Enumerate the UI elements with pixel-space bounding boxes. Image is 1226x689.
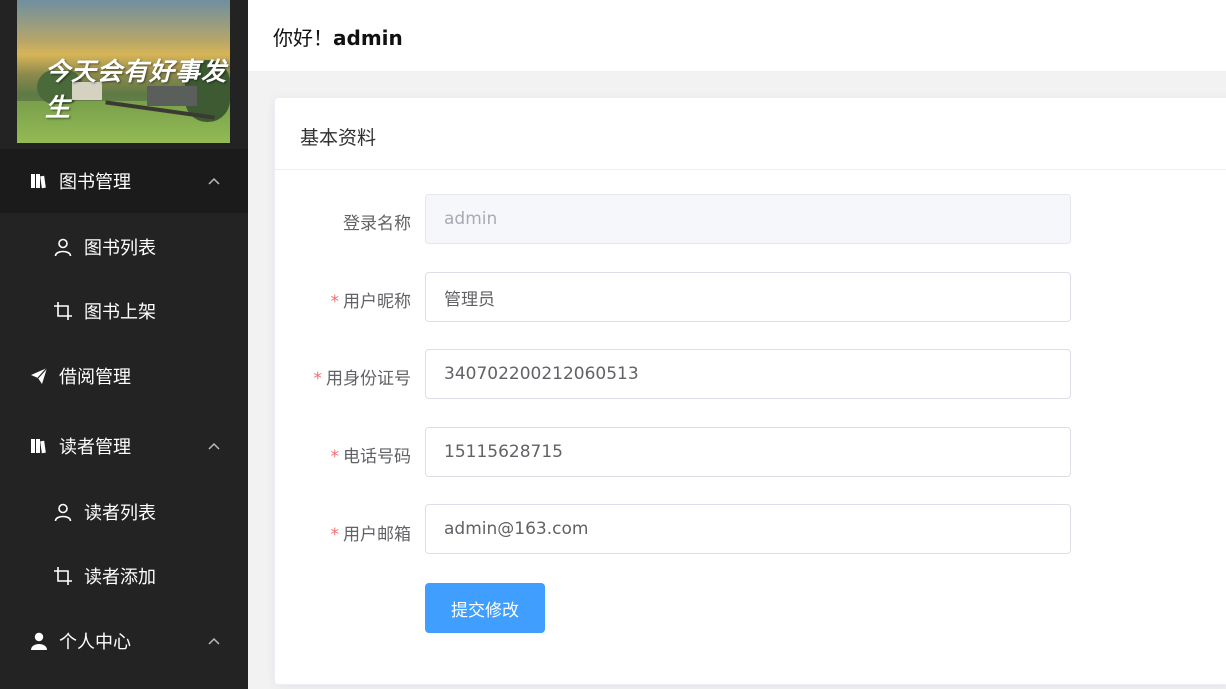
logo-image: 今天会有好事发生 xyxy=(17,0,230,143)
phone-field[interactable]: 15115628715 xyxy=(425,427,1071,477)
greeting-username: admin xyxy=(333,26,403,50)
sidebar-item-label: 图书管理 xyxy=(59,172,131,193)
sidebar-item-book-management[interactable]: 图书管理 xyxy=(0,149,248,213)
top-bar: 你好！admin xyxy=(248,0,1226,71)
phone-label: * 电话号码 xyxy=(330,447,412,467)
sidebar-item-label: 图书上架 xyxy=(84,302,156,323)
email-label: * 用户邮箱 xyxy=(330,525,412,545)
sidebar-item-label: 借阅管理 xyxy=(59,367,131,388)
bookshelf-icon xyxy=(31,174,46,189)
chevron-up-icon xyxy=(208,637,220,645)
id-number-field[interactable]: 340702200212060513 xyxy=(425,349,1071,399)
logo-text: 今天会有好事发生 xyxy=(45,57,228,122)
sidebar-item-book-shelve[interactable]: 图书上架 xyxy=(0,279,248,343)
user-icon xyxy=(54,238,72,257)
profile-card: 基本资料 登录名称 admin * 用户昵称 管理员 * 用身份证号 3407022… xyxy=(274,97,1226,685)
greeting-prefix: 你好！ xyxy=(273,26,333,50)
paper-plane-icon xyxy=(31,367,48,384)
sidebar-item-personal-center[interactable]: 个人中心 xyxy=(0,609,248,673)
sidebar-item-label: 读者添加 xyxy=(84,567,156,588)
sidebar-item-reader-list[interactable]: 读者列表 xyxy=(0,480,248,544)
login-name-label: 登录名称 xyxy=(343,214,411,234)
chevron-up-icon xyxy=(208,442,220,450)
sidebar-item-book-list[interactable]: 图书列表 xyxy=(0,215,248,279)
sidebar-item-label: 读者管理 xyxy=(59,437,131,458)
id-number-label: * 用身份证号 xyxy=(313,369,412,389)
user-solid-icon xyxy=(31,632,47,650)
card-title: 基本资料 xyxy=(300,127,377,149)
card-header: 基本资料 xyxy=(275,98,1226,170)
nickname-field[interactable]: 管理员 xyxy=(425,272,1071,322)
sidebar: 今天会有好事发生 图书管理 图书列表 图书上架 借阅管理 读者管理 读者列表 读… xyxy=(0,0,248,689)
user-icon xyxy=(54,503,72,522)
sidebar-item-reader-add[interactable]: 读者添加 xyxy=(0,544,248,608)
sidebar-item-label: 读者列表 xyxy=(84,503,156,524)
required-mark: * xyxy=(330,447,340,467)
email-field[interactable]: admin@163.com xyxy=(425,504,1071,554)
chevron-up-icon xyxy=(208,177,220,185)
crop-icon xyxy=(54,567,72,585)
login-name-field[interactable]: admin xyxy=(425,194,1071,244)
sidebar-item-label: 个人中心 xyxy=(59,632,131,653)
required-mark: * xyxy=(330,525,340,545)
sidebar-item-borrow-management[interactable]: 借阅管理 xyxy=(0,344,248,408)
crop-icon xyxy=(54,302,72,320)
sidebar-item-reader-management[interactable]: 读者管理 xyxy=(0,414,248,478)
greeting: 你好！admin xyxy=(273,22,403,51)
required-mark: * xyxy=(330,292,340,312)
nickname-label: * 用户昵称 xyxy=(330,292,412,312)
bookshelf-icon xyxy=(31,439,46,454)
submit-button[interactable]: 提交修改 xyxy=(425,583,545,633)
required-mark: * xyxy=(313,369,323,389)
sidebar-item-label: 图书列表 xyxy=(84,238,156,259)
